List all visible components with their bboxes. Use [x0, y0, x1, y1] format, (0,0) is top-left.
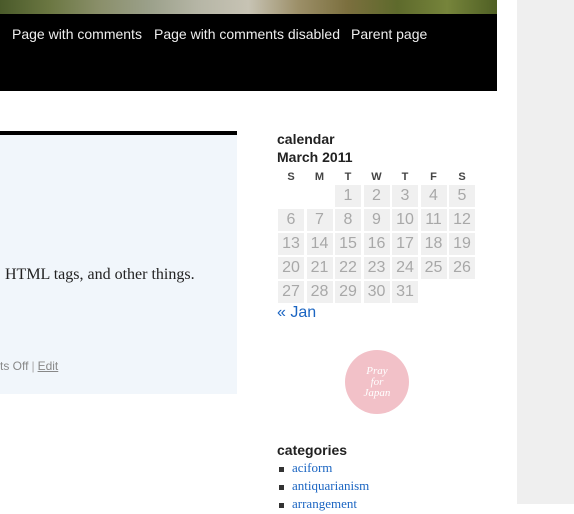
main-navigation: Page with comments Page with comments di… — [0, 14, 497, 91]
comments-status: ts Off — [0, 359, 29, 373]
calendar-weekday-header: S — [287, 171, 295, 183]
calendar-day-cell: 11 — [420, 209, 447, 231]
calendar-day-cell: 1 — [335, 185, 361, 207]
categories-list: aciform antiquarianism arrangement — [277, 460, 369, 514]
header-image — [0, 0, 497, 14]
category-link-antiquarianism[interactable]: antiquarianism — [292, 478, 369, 493]
calendar-day-cell: 13 — [278, 233, 304, 255]
post-content-box — [0, 135, 237, 394]
calendar-day-cell: 28 — [306, 281, 333, 303]
calendar-weekday-header: W — [371, 171, 382, 183]
calendar-prev-month-link[interactable]: « Jan — [277, 304, 316, 322]
nav-item-page-with-comments[interactable]: Page with comments — [12, 26, 142, 42]
category-item: arrangement — [277, 496, 369, 514]
calendar-day-cell: 12 — [449, 209, 475, 231]
calendar-day-cell: 23 — [363, 257, 390, 279]
edit-link[interactable]: Edit — [38, 359, 59, 373]
calendar-day-cell: 25 — [420, 257, 447, 279]
calendar-widget-title: calendar — [277, 131, 335, 147]
calendar-day-cell: 10 — [392, 209, 418, 231]
calendar-caption: March 2011 — [277, 149, 353, 165]
calendar-day-cell: 20 — [278, 257, 304, 279]
categories-widget-title: categories — [277, 442, 348, 458]
calendar-weekday-header: T — [344, 171, 352, 183]
calendar-weekday-header: M — [314, 171, 325, 183]
post-body-text: HTML tags, and other things. — [5, 266, 195, 283]
calendar-day-cell: 27 — [278, 281, 304, 303]
calendar-day-cell: 22 — [335, 257, 361, 279]
calendar-day-cell: 19 — [449, 233, 475, 255]
calendar-day-cell: 8 — [335, 209, 361, 231]
calendar-day-cell: 30 — [363, 281, 390, 303]
badge-line: Japan — [363, 386, 391, 399]
badge-line: for — [370, 375, 384, 388]
calendar-weekday-header: F — [430, 171, 437, 183]
page-gutter — [517, 0, 574, 504]
category-item: antiquarianism — [277, 478, 369, 496]
calendar-day-cell: 5 — [449, 185, 475, 207]
calendar-day-cell: 31 — [392, 281, 418, 303]
calendar-day-cell: 2 — [363, 185, 390, 207]
calendar-day-cell: 26 — [449, 257, 475, 279]
calendar-day-cell: 7 — [306, 209, 333, 231]
badge-line: Pray — [366, 364, 388, 377]
calendar-day-cell: 16 — [363, 233, 390, 255]
calendar-day-cell: 21 — [306, 257, 333, 279]
calendar-day-cell: 6 — [278, 209, 304, 231]
meta-separator: | — [31, 359, 35, 373]
pray-for-japan-badge[interactable]: Pray for Japan — [345, 350, 409, 414]
calendar-day-cell: 4 — [420, 185, 447, 207]
nav-item-page-with-comments-disabled[interactable]: Page with comments disabled — [154, 26, 340, 42]
calendar-day-cell: 14 — [306, 233, 333, 255]
calendar-day-cell: 15 — [335, 233, 361, 255]
calendar-day-cell: 24 — [392, 257, 418, 279]
calendar-day-cell: 9 — [363, 209, 390, 231]
calendar-weekday-header: S — [458, 171, 466, 183]
calendar-day-cell: 17 — [392, 233, 418, 255]
post-meta: ts Off | Edit — [0, 359, 58, 373]
calendar-day-cell: 29 — [335, 281, 361, 303]
nav-item-parent-page[interactable]: Parent page — [351, 26, 427, 42]
category-link-aciform[interactable]: aciform — [292, 460, 332, 475]
category-item: aciform — [277, 460, 369, 478]
calendar-weekday-header: T — [401, 171, 409, 183]
calendar-day-cell: 3 — [392, 185, 418, 207]
calendar-day-cell: 18 — [420, 233, 447, 255]
